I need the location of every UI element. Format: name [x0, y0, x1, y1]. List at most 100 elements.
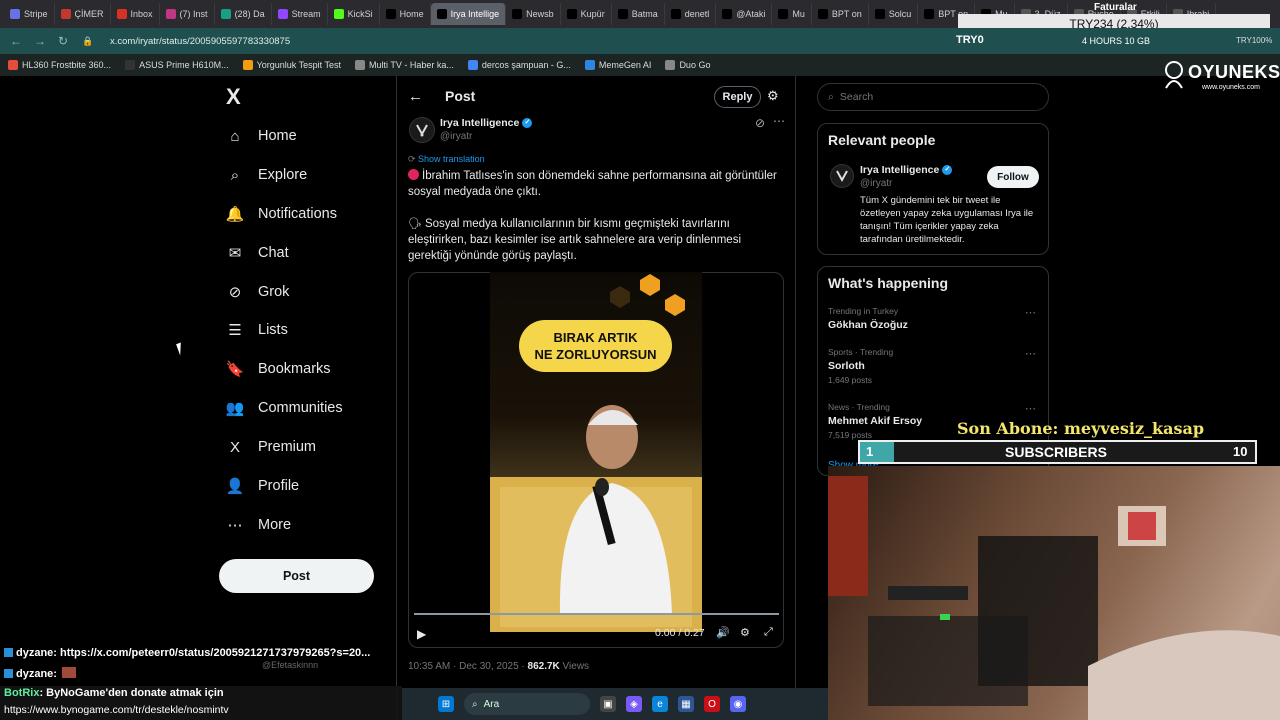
author-name[interactable]: Irya Intelligence: [440, 117, 519, 129]
oyuneks-mascot-icon: [1165, 61, 1183, 89]
author-handle[interactable]: @iryatr: [440, 131, 472, 142]
settings-gear-icon[interactable]: ⚙: [740, 626, 750, 639]
nav-item-notifications[interactable]: 🔔 Notifications: [226, 205, 337, 223]
red-circle-icon: [408, 169, 419, 180]
reply-button[interactable]: Reply: [714, 86, 761, 108]
show-translation-link[interactable]: Show translation: [418, 154, 485, 164]
copilot-icon[interactable]: ◈: [626, 696, 642, 712]
bookmark-item[interactable]: Yorgunluk Tespit Test: [242, 60, 341, 70]
trend-category: Trending in Turkey: [828, 306, 899, 316]
taskbar-search[interactable]: ⌕ Ara: [464, 693, 590, 715]
nav-item-communities[interactable]: 👥 Communities: [226, 399, 343, 417]
nav-item-premium[interactable]: X Premium: [226, 438, 316, 456]
browser-tab[interactable]: (28) Da: [215, 3, 272, 25]
person-icon: 👤: [225, 478, 245, 495]
trend-more-icon[interactable]: ⋯: [1025, 347, 1036, 360]
search-icon: ⌕: [230, 166, 240, 184]
browser-tab[interactable]: Kupür: [561, 3, 612, 25]
reload-icon[interactable]: ↻: [58, 34, 72, 48]
nav-item-grok[interactable]: ⊘ Grok: [226, 283, 290, 301]
browser-tab[interactable]: BPT on: [812, 3, 869, 25]
start-icon[interactable]: ⊞: [438, 696, 454, 712]
fullscreen-icon[interactable]: ⤢: [764, 626, 773, 639]
browser-tab-label: Kupür: [580, 9, 605, 19]
nav-item-chat[interactable]: ✉ Chat: [226, 244, 289, 262]
irya-logo-icon: [416, 124, 428, 137]
back-arrow-icon[interactable]: ←: [408, 88, 423, 105]
play-icon[interactable]: ▶: [417, 627, 426, 641]
store-icon[interactable]: ▦: [678, 696, 694, 712]
browser-tab[interactable]: ÇİMER: [55, 3, 111, 25]
volume-icon[interactable]: 🔊: [716, 626, 730, 639]
edge-icon[interactable]: e: [652, 696, 668, 712]
search-box[interactable]: ⌕ Search: [817, 83, 1049, 111]
bookmark-label: Yorgunluk Tespit Test: [256, 60, 341, 70]
last-subscriber-label: Son Abone: meyvesiz_kasap: [957, 419, 1205, 438]
x-logo-icon[interactable]: X: [226, 86, 248, 108]
opera-icon[interactable]: O: [704, 696, 720, 712]
nav-item-explore[interactable]: ⌕ Explore: [226, 166, 307, 184]
bookmark-item[interactable]: ASUS Prime H610M...: [125, 60, 229, 70]
browser-tab-label: Mu: [792, 9, 805, 19]
nav-item-bookmarks[interactable]: 🔖 Bookmarks: [226, 360, 331, 378]
browser-tab[interactable]: (7) Inst: [160, 3, 215, 25]
browser-tab[interactable]: denetl: [665, 3, 717, 25]
search-input[interactable]: Search: [840, 91, 873, 103]
bookmark-item[interactable]: MemeGen AI: [584, 60, 651, 70]
more-options-icon[interactable]: ⋯: [773, 114, 785, 128]
nav-item-label: Communities: [258, 400, 343, 416]
browser-tab-label: (28) Da: [234, 9, 265, 19]
browser-tab[interactable]: Solcu: [869, 3, 919, 25]
nav-item-label: Profile: [258, 478, 300, 494]
browser-tab[interactable]: Stripe: [4, 3, 55, 25]
list-icon: ☰: [228, 322, 242, 339]
author-avatar[interactable]: [409, 117, 435, 143]
nav-item-more[interactable]: ⋯ More: [226, 516, 292, 534]
discord-icon[interactable]: ◉: [730, 696, 746, 712]
bookmark-item[interactable]: HL360 Frostbite 360...: [8, 60, 111, 70]
relevant-handle[interactable]: @iryatr: [860, 178, 892, 189]
nav-item-lists[interactable]: ☰ Lists: [226, 321, 288, 339]
browser-tab[interactable]: Mu: [772, 3, 812, 25]
relevant-avatar[interactable]: [830, 164, 854, 188]
browser-tab[interactable]: KickSi: [328, 3, 380, 25]
url-field[interactable]: x.com/iryatr/status/2005905597783330875: [110, 36, 290, 47]
browser-tab[interactable]: Irya Intellige: [430, 3, 507, 25]
bookmark-item[interactable]: dercos şampuan - G...: [467, 60, 571, 70]
browser-tab-label: @Ataki: [736, 9, 766, 19]
chat-username: dyzane: [16, 647, 54, 659]
trend-item[interactable]: Trending in Turkey Gökhan Özoğuz ⋯: [828, 306, 1038, 334]
bookmark-label: ASUS Prime H610M...: [139, 60, 229, 70]
chat-text: :: [53, 668, 61, 680]
tab-favicon-icon: [116, 9, 127, 19]
nav-item-home[interactable]: ⌂ Home: [226, 127, 296, 145]
task-view-icon[interactable]: ▣: [600, 696, 616, 712]
post-button[interactable]: Post: [219, 559, 374, 593]
back-arrow-icon[interactable]: ←: [10, 34, 24, 48]
browser-tab[interactable]: Batma: [612, 3, 665, 25]
browser-tab[interactable]: Inbox: [111, 3, 160, 25]
browser-tab[interactable]: Stream: [272, 3, 328, 25]
forward-arrow-icon[interactable]: →: [34, 34, 48, 48]
site-info-icon[interactable]: 🔒: [82, 36, 96, 47]
browser-tab[interactable]: Home: [380, 3, 431, 25]
follow-button[interactable]: Follow: [987, 166, 1039, 188]
bookmark-item[interactable]: Multi TV - Haber ka...: [355, 60, 454, 70]
tab-favicon-icon: [874, 9, 885, 19]
trend-more-icon[interactable]: ⋯: [1025, 402, 1036, 415]
relevant-name[interactable]: Irya Intelligence: [860, 164, 939, 176]
bookmark-favicon-icon: [467, 60, 478, 70]
browser-tab[interactable]: @Ataki: [716, 3, 773, 25]
sliders-icon[interactable]: ⚙: [767, 88, 779, 104]
bookmark-item[interactable]: Duo Go: [665, 60, 710, 70]
post-timestamp[interactable]: 10:35 AM · Dec 30, 2025 ·: [408, 661, 528, 672]
nav-item-label: Chat: [258, 245, 289, 261]
browser-tab[interactable]: Newsb: [506, 3, 561, 25]
home-icon: ⌂: [230, 127, 240, 145]
trend-more-icon[interactable]: ⋯: [1025, 306, 1036, 319]
video-progress-bar[interactable]: [414, 613, 779, 615]
nav-item-profile[interactable]: 👤 Profile: [226, 477, 299, 495]
grok-icon[interactable]: ⊘: [755, 116, 765, 130]
page-title: Post: [445, 88, 476, 104]
trend-item[interactable]: Sports · Trending Sorloth 1,649 posts ⋯: [828, 347, 1038, 385]
